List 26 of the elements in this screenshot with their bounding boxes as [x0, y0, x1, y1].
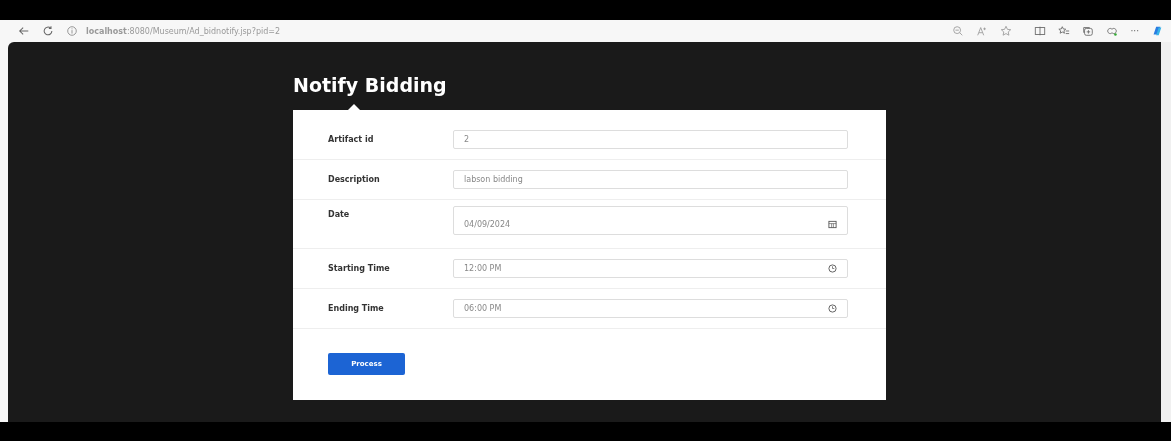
- clock-icon[interactable]: [828, 304, 837, 313]
- address-bar[interactable]: localhost:8080/Museum/Ad_bidnotify.jsp?pid=2: [86, 26, 281, 36]
- more-button[interactable]: ···: [1130, 26, 1139, 36]
- clock-icon[interactable]: [828, 264, 837, 273]
- star-icon[interactable]: [1000, 25, 1013, 37]
- split-screen-icon[interactable]: [1034, 25, 1047, 37]
- time-field[interactable]: 06:00 PM: [453, 299, 848, 318]
- field-label: Date: [328, 210, 351, 219]
- page-title: Notify Bidding: [293, 74, 448, 96]
- input-field[interactable]: 2: [453, 130, 848, 149]
- date-field[interactable]: 04/09/2024: [453, 206, 848, 235]
- back-icon[interactable]: [18, 25, 30, 37]
- refresh-icon[interactable]: [42, 25, 54, 37]
- info-icon: [66, 25, 78, 37]
- favorites-icon[interactable]: [1058, 25, 1071, 37]
- zoom-out-icon[interactable]: [952, 25, 965, 37]
- read-aloud-icon[interactable]: [976, 25, 989, 37]
- field-label: Starting Time: [328, 264, 391, 273]
- scrollbar[interactable]: [1161, 42, 1171, 422]
- calendar-icon[interactable]: [828, 220, 837, 229]
- input-field[interactable]: labson bidding: [453, 170, 848, 189]
- time-field[interactable]: 12:00 PM: [453, 259, 848, 278]
- collections-icon[interactable]: [1082, 25, 1095, 37]
- field-label: Description: [328, 175, 381, 184]
- field-label: Artifact id: [328, 135, 375, 144]
- field-label: Ending Time: [328, 304, 385, 313]
